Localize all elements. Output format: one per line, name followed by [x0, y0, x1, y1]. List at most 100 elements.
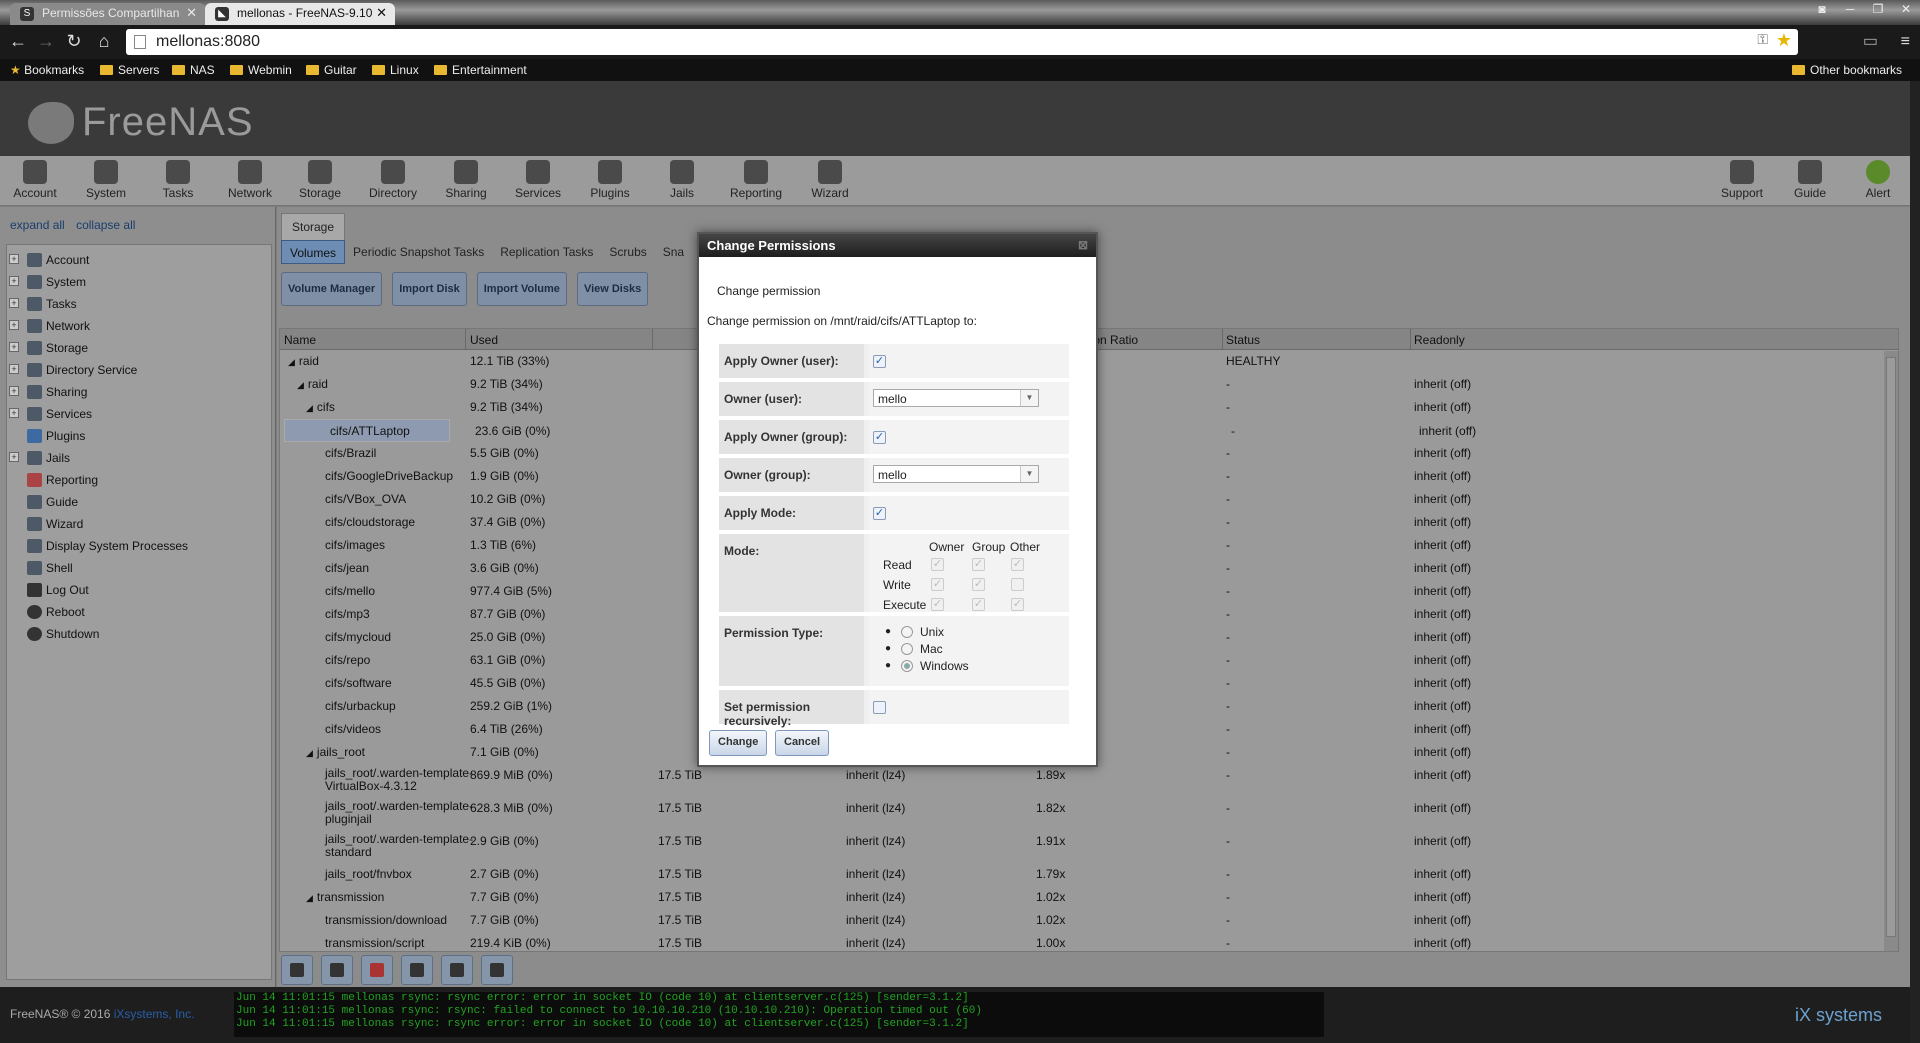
collapse-all-link[interactable]: collapse all [76, 218, 135, 232]
close-icon[interactable]: ⊠ [1078, 238, 1088, 252]
expand-all-link[interactable]: expand all [10, 218, 65, 232]
toolbar-network[interactable]: Network [220, 160, 280, 200]
delete-icon[interactable] [361, 955, 393, 985]
subtab-snapshots[interactable]: Sna [655, 240, 692, 264]
mode-group-write-checkbox[interactable]: ✓ [972, 578, 985, 591]
tree-item-shell[interactable]: Shell [7, 557, 271, 579]
bookmark-webmin[interactable]: Webmin [230, 63, 292, 77]
tree-item-display-system-processes[interactable]: Display System Processes [7, 535, 271, 557]
subtab-periodic-snapshot-tasks[interactable]: Periodic Snapshot Tasks [345, 240, 492, 264]
table-row[interactable]: ◢ transmission 7.7 GiB (0%) 17.5 TiB inherit… [280, 886, 1898, 909]
browser-tab-permissions[interactable]: S Permissões Compartilhan ✕ [10, 3, 205, 25]
perm-type-mac-radio[interactable] [901, 643, 913, 655]
toolbar-support[interactable]: Support [1712, 160, 1772, 200]
toolbar-plugins[interactable]: Plugins [580, 160, 640, 200]
company-link[interactable]: iXsystems, Inc. [114, 1007, 195, 1021]
tree-item-guide[interactable]: Guide [7, 491, 271, 513]
tree-item-log-out[interactable]: Log Out [7, 579, 271, 601]
tree-item-plugins[interactable]: Plugins [7, 425, 271, 447]
subtab-replication-tasks[interactable]: Replication Tasks [492, 240, 601, 264]
tree-item-services[interactable]: + Services [7, 403, 271, 425]
tree-item-tasks[interactable]: + Tasks [7, 293, 271, 315]
tree-item-sharing[interactable]: + Sharing [7, 381, 271, 403]
tree-item-account[interactable]: + Account [7, 249, 271, 271]
tree-item-storage[interactable]: + Storage [7, 337, 271, 359]
reload-icon[interactable]: ↻ [62, 31, 86, 52]
forward-icon[interactable]: → [34, 31, 58, 52]
bookmark-guitar[interactable]: Guitar [306, 63, 357, 77]
toolbar-sharing[interactable]: Sharing [436, 160, 496, 200]
owner-group-select[interactable]: mello ▼ [873, 465, 1039, 483]
collapse-arrow-icon[interactable]: ◢ [306, 403, 313, 413]
import-volume-button[interactable]: Import Volume [476, 272, 567, 306]
toolbar-jails[interactable]: Jails [652, 160, 712, 200]
toolbar-reporting[interactable]: Reporting [726, 160, 786, 200]
mode-other-write-checkbox[interactable] [1011, 578, 1024, 591]
close-window-icon[interactable]: ✕ [1892, 0, 1920, 18]
collapse-arrow-icon[interactable]: ◢ [288, 357, 295, 367]
back-icon[interactable]: ← [6, 31, 30, 52]
apply-owner-user-checkbox[interactable]: ✓ [873, 355, 886, 368]
profile-icon[interactable]: ◙ [1808, 0, 1836, 18]
column-used[interactable]: Used [470, 333, 498, 347]
bookmark-apps[interactable]: ★ Bookmarks [10, 63, 84, 77]
recursive-checkbox[interactable] [873, 701, 886, 714]
toolbar-tasks[interactable]: Tasks [148, 160, 208, 200]
collapse-arrow-icon[interactable]: ◢ [306, 893, 313, 903]
tree-item-network[interactable]: + Network [7, 315, 271, 337]
view-disks-button[interactable]: View Disks [576, 272, 649, 306]
table-row[interactable]: cifs/ATTLaptop23.6 GiB (0%)1.51x-inherit… [284, 419, 1476, 442]
mode-owner-read-checkbox[interactable]: ✓ [931, 558, 944, 571]
volume-manager-button[interactable]: Volume Manager [281, 272, 383, 306]
tree-item-directory-service[interactable]: + Directory Service [7, 359, 271, 381]
toolbar-account[interactable]: Account [5, 160, 65, 200]
change-button[interactable]: Change [709, 730, 768, 756]
cancel-button[interactable]: Cancel [775, 730, 830, 756]
bookmark-linux[interactable]: Linux [372, 63, 419, 77]
table-scrollbar[interactable] [1884, 351, 1898, 951]
menu-icon[interactable]: ≡ [1901, 33, 1910, 51]
mode-owner-write-checkbox[interactable]: ✓ [931, 578, 944, 591]
subtab-volumes[interactable]: Volumes [281, 240, 346, 264]
perm-type-windows-radio[interactable] [901, 660, 913, 672]
toolbar-alert[interactable]: Alert [1848, 160, 1908, 200]
bookmark-nas[interactable]: NAS [172, 63, 215, 77]
edit-options-icon[interactable] [401, 955, 433, 985]
toolbar-system[interactable]: System [76, 160, 136, 200]
tree-item-jails[interactable]: + Jails [7, 447, 271, 469]
mode-owner-execute-checkbox[interactable]: ✓ [931, 598, 944, 611]
toolbar-wizard[interactable]: Wizard [800, 160, 860, 200]
tab-storage[interactable]: Storage [281, 213, 346, 240]
table-row[interactable]: jails_root/.warden-template-standard 2.9 … [280, 830, 1898, 863]
collapse-arrow-icon[interactable]: ◢ [306, 748, 313, 758]
bookmark-servers[interactable]: Servers [100, 63, 159, 77]
tree-item-reboot[interactable]: Reboot [7, 601, 271, 623]
column-status[interactable]: Status [1226, 333, 1260, 347]
minimize-icon[interactable]: ─ [1836, 0, 1864, 18]
scrub-volume-icon[interactable] [321, 955, 353, 985]
collapse-arrow-icon[interactable]: ◢ [297, 380, 304, 390]
key-icon[interactable]: ⚿ [1757, 31, 1768, 48]
create-zvol-icon[interactable] [481, 955, 513, 985]
table-row[interactable]: transmission/download 7.7 GiB (0%) 17.5 Ti… [280, 909, 1898, 932]
tree-item-system[interactable]: + System [7, 271, 271, 293]
create-dataset-icon[interactable] [441, 955, 473, 985]
toolbar-directory[interactable]: Directory [363, 160, 423, 200]
tree-item-shutdown[interactable]: Shutdown [7, 623, 271, 645]
owner-user-select[interactable]: mello ▼ [873, 389, 1039, 407]
mode-group-read-checkbox[interactable]: ✓ [972, 558, 985, 571]
table-row[interactable]: transmission/script 219.4 KiB (0%) 17.5 Ti… [280, 932, 1898, 951]
column-name[interactable]: Name [284, 333, 316, 347]
scrollbar-thumb[interactable] [1886, 357, 1896, 937]
cast-icon[interactable]: ▭ [1863, 31, 1878, 51]
star-icon[interactable]: ★ [1776, 30, 1792, 51]
home-icon[interactable]: ⌂ [92, 31, 116, 52]
toolbar-services[interactable]: Services [508, 160, 568, 200]
import-disk-button[interactable]: Import Disk [392, 272, 467, 306]
tree-item-reporting[interactable]: Reporting [7, 469, 271, 491]
toolbar-storage[interactable]: Storage [290, 160, 350, 200]
browser-tab-freenas[interactable]: ◣ mellonas - FreeNAS-9.10 ✕ [205, 3, 395, 25]
toolbar-guide[interactable]: Guide [1780, 160, 1840, 200]
mode-group-execute-checkbox[interactable]: ✓ [972, 598, 985, 611]
mode-other-execute-checkbox[interactable]: ✓ [1011, 598, 1024, 611]
